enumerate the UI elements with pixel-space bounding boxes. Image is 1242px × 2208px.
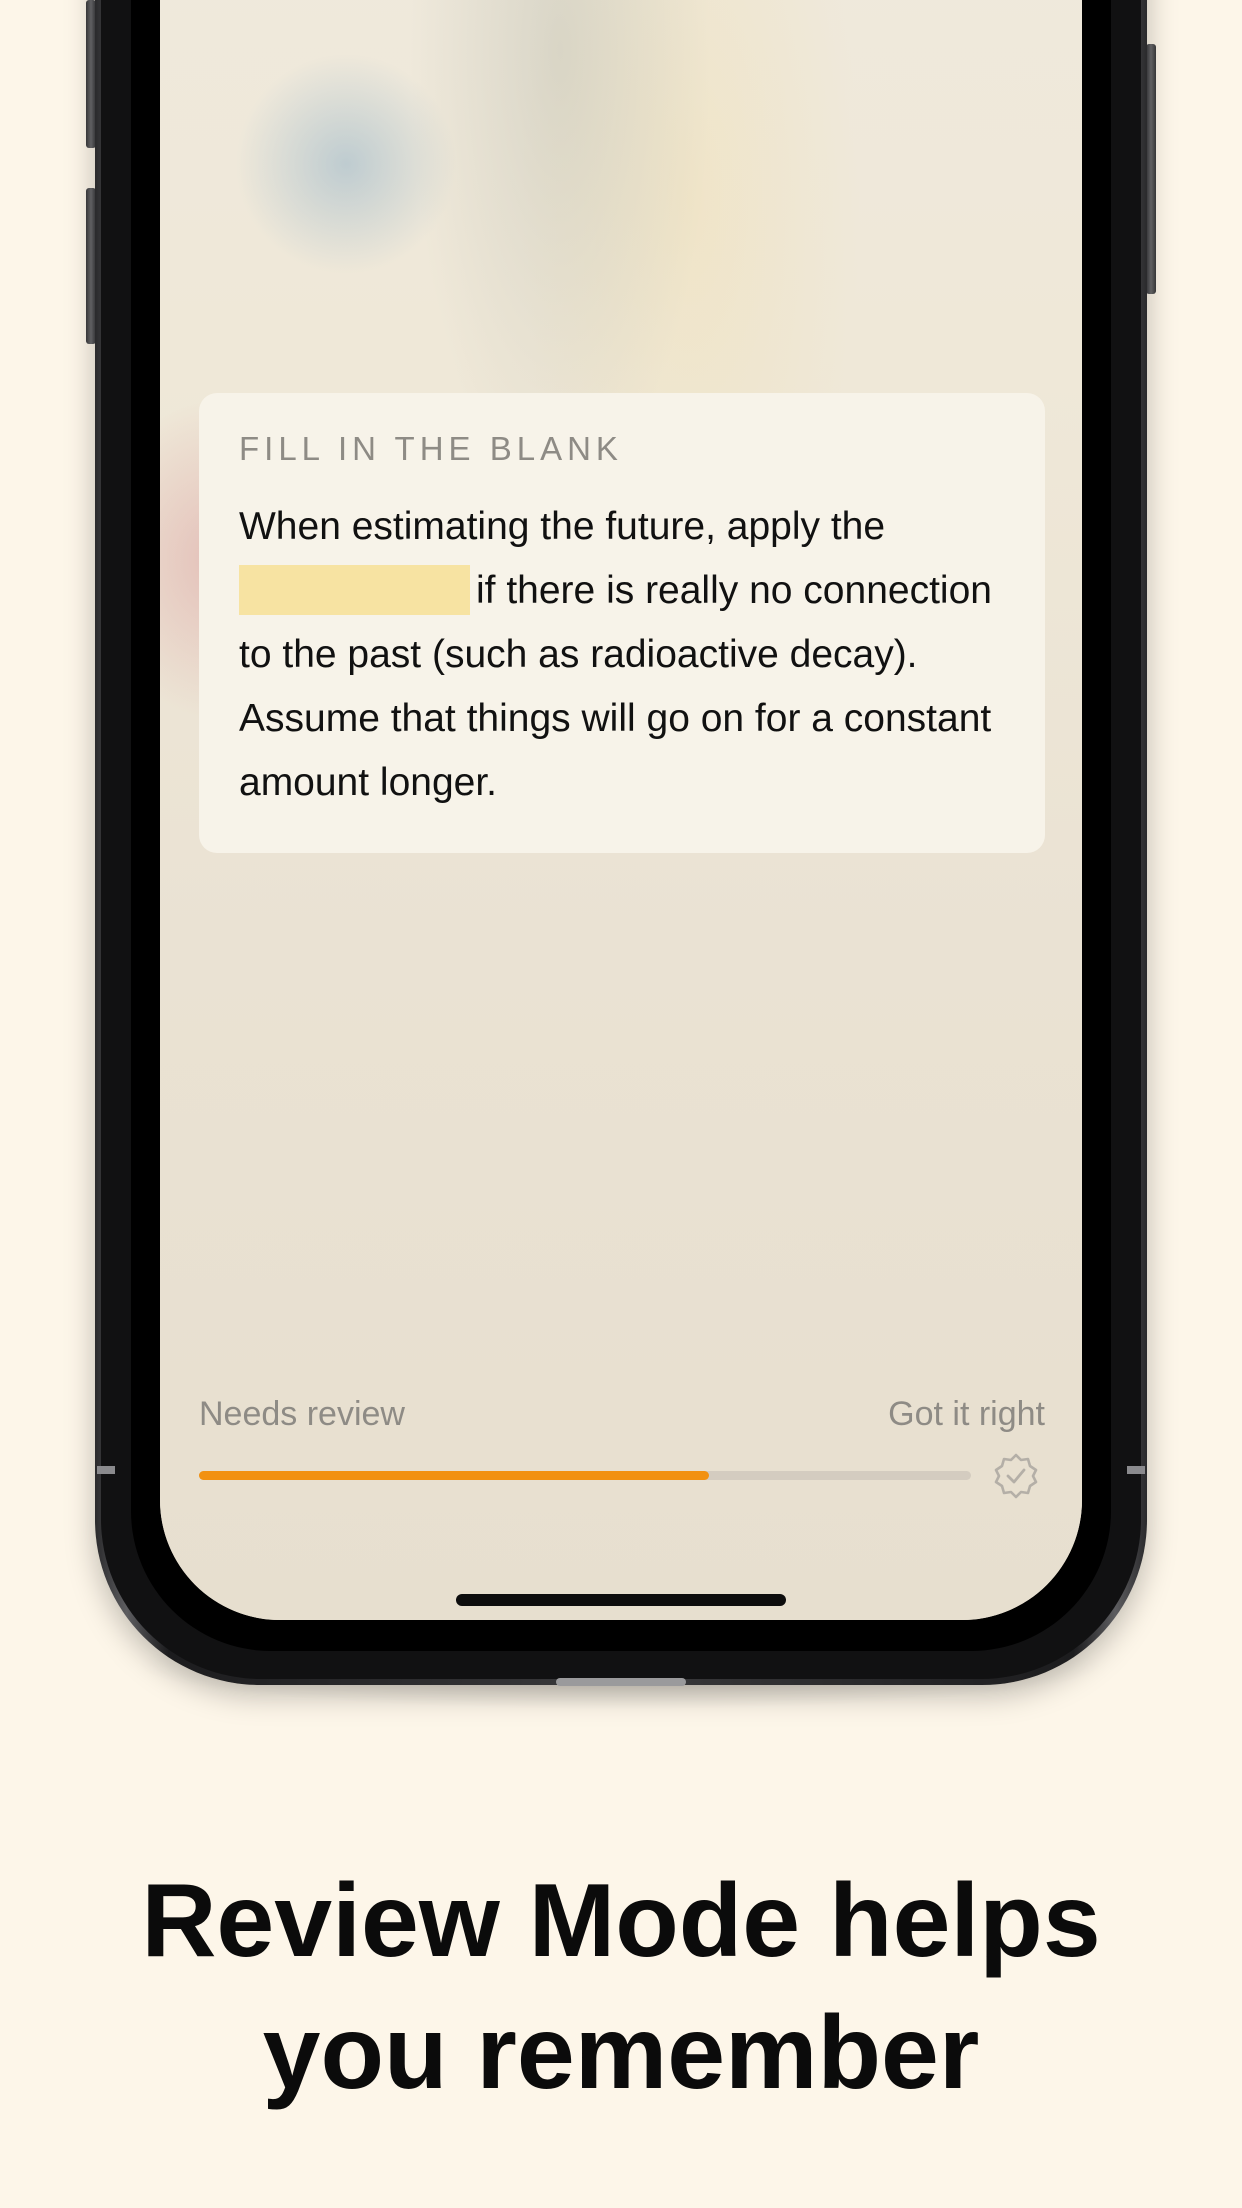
quiz-prompt: When estimating the future, apply the if…	[239, 495, 1005, 815]
quiz-text-before: When estimating the future, apply the	[239, 505, 886, 548]
review-labels: Needs review Got it right	[199, 1395, 1045, 1435]
got-it-right-label: Got it right	[888, 1395, 1045, 1433]
answer-blank[interactable]	[239, 565, 470, 615]
review-progress-slider[interactable]	[199, 1471, 971, 1480]
review-progress-fill	[199, 1471, 709, 1480]
phone-antenna-line	[97, 1466, 115, 1474]
quiz-card[interactable]: FILL IN THE BLANK When estimating the fu…	[199, 393, 1045, 853]
phone-side-button	[1146, 44, 1156, 294]
caption-line-2: you remember	[262, 1995, 980, 2111]
needs-review-label: Needs review	[199, 1395, 405, 1433]
home-indicator[interactable]	[456, 1594, 786, 1606]
phone-bottom-port	[556, 1678, 686, 1686]
phone-screen: FILL IN THE BLANK When estimating the fu…	[160, 0, 1082, 1620]
phone-antenna-line	[1127, 1466, 1145, 1474]
check-badge-icon[interactable]	[991, 1451, 1041, 1501]
marketing-caption: Review Mode helps you remember	[0, 1855, 1242, 2119]
caption-line-1: Review Mode helps	[141, 1863, 1101, 1979]
quiz-type-label: FILL IN THE BLANK	[239, 430, 623, 467]
